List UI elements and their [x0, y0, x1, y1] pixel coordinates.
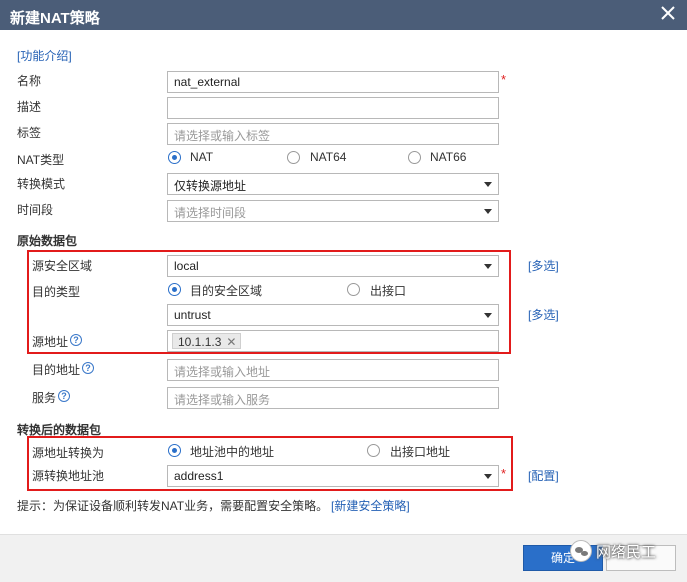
name-field[interactable]: nat_external	[167, 71, 499, 93]
src-translate-radio-pool[interactable]	[168, 444, 181, 457]
nat-type-radio-nat66[interactable]	[408, 151, 421, 164]
tag-placeholder: 请选择或输入标签	[174, 129, 271, 143]
nat-type-label: NAT类型	[17, 153, 65, 167]
service-placeholder: 请选择或输入服务	[174, 393, 271, 407]
dst-type-label: 目的类型	[32, 285, 81, 299]
nat-type-option-nat: NAT	[190, 150, 214, 164]
chevron-down-icon	[484, 182, 492, 187]
nat-type-radio-nat64[interactable]	[287, 151, 300, 164]
wechat-icon	[570, 540, 592, 562]
src-zone-value: local	[174, 259, 199, 273]
watermark-text: 网络民工	[596, 543, 657, 561]
src-translate-label: 源地址转换为	[32, 446, 105, 460]
chevron-down-icon	[484, 209, 492, 214]
new-security-policy-link[interactable]: [新建安全策略]	[331, 497, 410, 514]
name-label: 名称	[17, 74, 42, 88]
dst-type-option-zone: 目的安全区域	[190, 284, 263, 298]
src-addr-field[interactable]: 10.1.1.3 ✕	[167, 330, 499, 352]
name-value: nat_external	[174, 75, 241, 89]
dst-addr-field[interactable]: 请选择或输入地址	[167, 359, 499, 381]
hint-text: 提示：为保证设备顺利转发NAT业务，需要配置安全策略。	[17, 499, 329, 513]
watermark: 网络民工	[570, 540, 656, 562]
convert-mode-value: 仅转换源地址	[174, 179, 247, 193]
src-addr-tag-text: 10.1.1.3	[178, 335, 222, 349]
original-packet-heading: 原始数据包	[17, 234, 78, 248]
dst-addr-label: 目的地址	[32, 363, 81, 377]
help-icon[interactable]: ?	[82, 362, 94, 374]
src-zone-select[interactable]: local	[167, 255, 499, 277]
src-translate-option-interface: 出接口地址	[390, 445, 451, 459]
time-range-placeholder: 请选择时间段	[174, 206, 247, 220]
pool-select[interactable]: address1	[167, 465, 499, 487]
chevron-down-icon	[484, 474, 492, 479]
src-translate-option-pool: 地址池中的地址	[190, 445, 275, 459]
time-range-select[interactable]: 请选择时间段	[167, 200, 499, 222]
nat-type-option-nat64: NAT64	[310, 150, 347, 164]
pool-config-link[interactable]: [配置]	[528, 467, 559, 484]
required-mark: *	[501, 466, 507, 481]
src-addr-tag: 10.1.1.3 ✕	[172, 333, 242, 349]
chevron-down-icon	[484, 264, 492, 269]
remove-tag-icon[interactable]: ✕	[226, 335, 236, 349]
time-range-label: 时间段	[17, 203, 54, 217]
chevron-down-icon	[484, 313, 492, 318]
description-field[interactable]	[167, 97, 499, 119]
dst-zone-value: untrust	[174, 308, 211, 322]
convert-mode-select[interactable]: 仅转换源地址	[167, 173, 499, 195]
help-icon[interactable]: ?	[58, 390, 70, 402]
intro-link[interactable]: [功能介绍]	[17, 47, 72, 64]
close-icon[interactable]	[659, 4, 677, 24]
src-zone-multi-select-link[interactable]: [多选]	[528, 257, 559, 274]
dst-type-radio-interface[interactable]	[347, 283, 360, 296]
service-label: 服务	[32, 391, 57, 405]
dst-zone-multi-select-link[interactable]: [多选]	[528, 306, 559, 323]
pool-value: address1	[174, 469, 224, 483]
nat-type-option-nat66: NAT66	[430, 150, 467, 164]
src-zone-label: 源安全区域	[32, 259, 93, 273]
convert-mode-label: 转换模式	[17, 177, 66, 191]
src-addr-label: 源地址	[32, 335, 69, 349]
dst-type-radio-zone[interactable]	[168, 283, 181, 296]
dialog-title: 新建NAT策略	[10, 10, 100, 27]
nat-type-radio-nat[interactable]	[168, 151, 181, 164]
dst-zone-select[interactable]: untrust	[167, 304, 499, 326]
dst-addr-placeholder: 请选择或输入地址	[174, 365, 271, 379]
required-mark: *	[501, 72, 507, 87]
pool-label: 源转换地址池	[32, 469, 105, 483]
help-icon[interactable]: ?	[70, 334, 82, 346]
tag-field[interactable]: 请选择或输入标签	[167, 123, 499, 145]
description-label: 描述	[17, 100, 42, 114]
dialog-titlebar: 新建NAT策略	[0, 0, 687, 30]
src-translate-radio-interface[interactable]	[367, 444, 380, 457]
dst-type-option-interface: 出接口	[370, 284, 407, 298]
tag-label: 标签	[17, 126, 42, 140]
service-field[interactable]: 请选择或输入服务	[167, 387, 499, 409]
